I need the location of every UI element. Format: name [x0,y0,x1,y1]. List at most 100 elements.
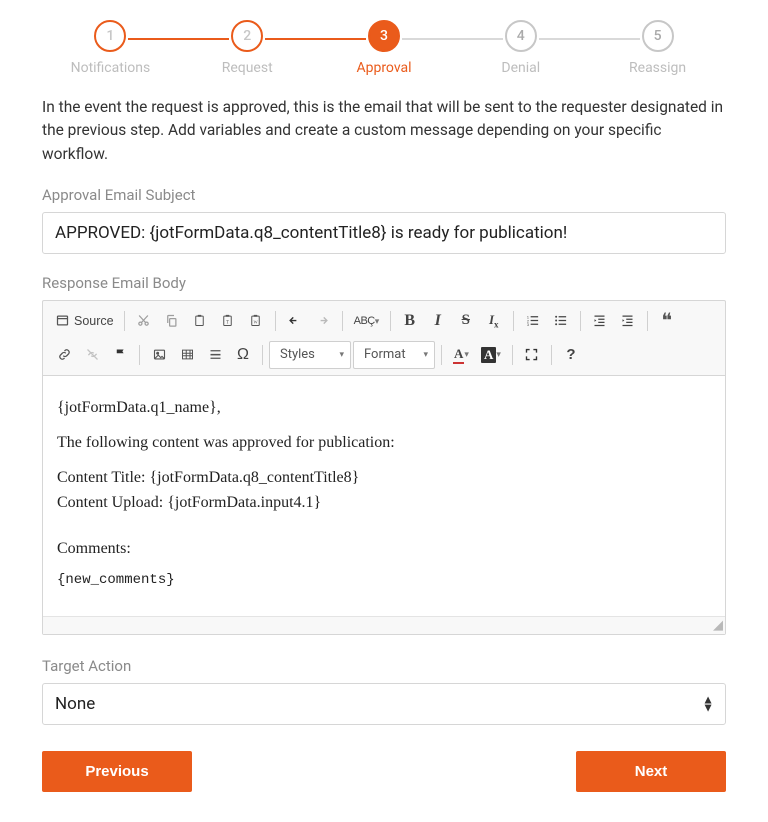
toolbar-separator [513,311,514,331]
styles-dropdown[interactable]: Styles ▾ [269,341,351,369]
format-label: Format [364,347,406,362]
toolbar-separator [342,311,343,331]
toolbar-separator [390,311,391,331]
svg-text:T: T [226,321,229,326]
rich-text-editor: Source T W [42,300,726,635]
link-button[interactable] [51,341,77,369]
step-label: Reassign [629,60,686,76]
step-circle: 4 [505,20,537,52]
image-button[interactable] [146,341,172,369]
target-action-select[interactable]: None [42,683,726,725]
undo-icon [287,313,302,328]
unlink-icon [85,347,100,362]
bullet-list-button[interactable] [548,307,574,335]
svg-text:W: W [254,320,259,325]
body-label: Response Email Body [42,274,726,292]
paste-word-button[interactable]: W [243,307,269,335]
source-icon [55,313,70,328]
redo-button[interactable] [310,307,336,335]
step-label: Request [222,60,273,76]
cut-button[interactable] [131,307,157,335]
body-intro: The following content was approved for p… [57,431,711,454]
next-button[interactable]: Next [576,751,726,792]
resize-grip-icon: ◢ [713,618,723,633]
bg-color-icon: A [481,347,496,363]
resize-handle[interactable]: ◢ [43,616,725,634]
toolbar-separator [512,345,513,365]
numbered-list-icon: 123 [525,313,540,328]
styles-label: Styles [280,347,315,362]
step-reassign[interactable]: 5 Reassign [589,20,726,76]
step-connector [265,38,366,40]
redo-icon [315,313,330,328]
step-notifications[interactable]: 1 Notifications [42,20,179,76]
target-action-label: Target Action [42,657,726,675]
step-circle: 3 [368,20,400,52]
outdent-icon [592,313,607,328]
numbered-list-button[interactable]: 123 [520,307,546,335]
bullet-list-icon [553,313,568,328]
body-greeting: {jotFormData.q1_name}, [57,396,711,419]
source-label: Source [74,314,114,328]
subject-label: Approval Email Subject [42,186,726,204]
format-dropdown[interactable]: Format ▾ [353,341,435,369]
editor-toolbar-row-2: Ω Styles ▾ Format ▾ A▾ A▾ ? [43,335,725,376]
strike-button[interactable]: S [453,307,479,335]
step-denial[interactable]: 4 Denial [452,20,589,76]
chevron-down-icon: ▾ [423,350,428,360]
image-icon [152,347,167,362]
undo-button[interactable] [282,307,308,335]
blockquote-button[interactable]: ❝ [654,307,680,335]
italic-button[interactable]: I [425,307,451,335]
bg-color-button[interactable]: A▾ [476,341,506,369]
svg-text:3: 3 [527,323,529,327]
step-request[interactable]: 2 Request [179,20,316,76]
chevron-down-icon: ▾ [464,349,469,360]
outdent-button[interactable] [587,307,613,335]
source-button[interactable]: Source [51,307,118,335]
previous-button[interactable]: Previous [42,751,192,792]
help-button[interactable]: ? [558,341,584,369]
paste-word-icon: W [248,313,263,328]
subject-input[interactable] [42,212,726,254]
chevron-down-icon: ▾ [339,350,344,360]
toolbar-separator [441,345,442,365]
paste-button[interactable] [187,307,213,335]
bold-button[interactable]: B [397,307,423,335]
step-approval[interactable]: 3 Approval [316,20,453,76]
paste-text-button[interactable]: T [215,307,241,335]
spellcheck-button[interactable]: ABÇ▾ [349,307,384,335]
paste-icon [192,313,207,328]
copy-button[interactable] [159,307,185,335]
table-icon [180,347,195,362]
nav-buttons: Previous Next [42,751,726,792]
editor-toolbar-row-1: Source T W [43,301,725,335]
step-description: In the event the request is approved, th… [42,96,726,166]
body-upload-line: Content Upload: {jotFormData.input4.1} [57,491,711,514]
remove-format-button[interactable]: Ix [481,307,507,335]
table-button[interactable] [174,341,200,369]
chevron-down-icon: ▾ [496,349,501,360]
step-circle: 5 [642,20,674,52]
hr-button[interactable] [202,341,228,369]
maximize-button[interactable] [519,341,545,369]
special-char-button[interactable]: Ω [230,341,256,369]
indent-button[interactable] [615,307,641,335]
step-label: Approval [356,60,411,76]
remove-format-icon: Ix [489,312,499,330]
toolbar-separator [275,311,276,331]
toolbar-separator [551,345,552,365]
copy-icon [164,313,179,328]
indent-icon [620,313,635,328]
step-label: Notifications [71,60,151,76]
editor-content[interactable]: {jotFormData.q1_name}, The following con… [43,376,725,616]
text-color-icon: A [453,346,464,364]
unlink-button[interactable] [79,341,105,369]
anchor-button[interactable] [107,341,133,369]
text-color-button[interactable]: A▾ [448,341,474,369]
omega-icon: Ω [237,346,249,364]
paste-text-icon: T [220,313,235,328]
toolbar-separator [647,311,648,331]
step-connector [128,38,229,40]
step-connector [539,38,640,40]
